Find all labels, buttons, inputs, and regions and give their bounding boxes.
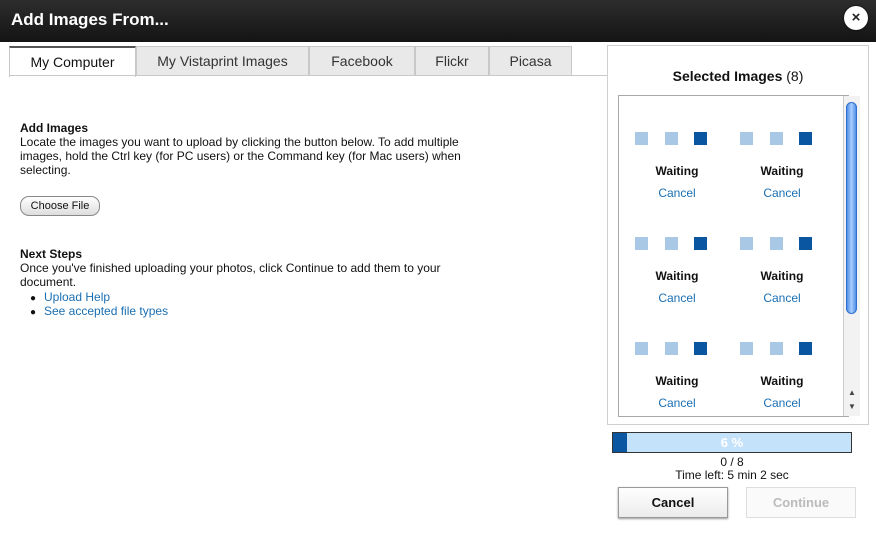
upload-progress-percent: 6 % — [720, 435, 744, 450]
loading-indicator-icon — [665, 342, 678, 355]
loading-indicator-icon — [740, 342, 753, 355]
image-status: Waiting — [760, 164, 804, 178]
tab-facebook[interactable]: Facebook — [309, 46, 415, 75]
tab-picasa[interactable]: Picasa — [489, 46, 572, 75]
title-bar: Add Images From... × — [0, 0, 876, 42]
scroll-up-icon[interactable]: ▲ — [847, 388, 857, 397]
list-item: ● Upload Help — [30, 290, 168, 304]
loading-indicator-icon — [740, 132, 753, 145]
selected-images-panel: Selected Images (8) Waiting Cancel Waiti… — [607, 45, 869, 425]
tab-flickr[interactable]: Flickr — [415, 46, 489, 75]
loading-indicator-icon — [665, 237, 678, 250]
loading-indicator-icon — [694, 342, 707, 355]
image-item: Waiting Cancel — [627, 342, 727, 416]
choose-file-button[interactable]: Choose File — [20, 196, 100, 216]
cancel-image-link[interactable]: Cancel — [627, 396, 727, 410]
help-links: ● Upload Help ● See accepted file types — [30, 290, 168, 318]
loading-indicator-icon — [635, 132, 648, 145]
add-images-instructions: Locate the images you want to upload by … — [20, 135, 461, 177]
loading-indicator-icon — [799, 237, 812, 250]
upload-help-link[interactable]: Upload Help — [44, 290, 110, 304]
scrollbar[interactable]: ▲ ▼ — [843, 96, 860, 416]
loading-indicator-icon — [635, 237, 648, 250]
tab-divider — [9, 75, 607, 76]
upload-count: 0 / 8 — [720, 455, 744, 469]
image-status: Waiting — [655, 269, 699, 283]
loading-indicator-icon — [770, 342, 783, 355]
selected-images-count: (8) — [786, 68, 804, 84]
scrollbar-thumb[interactable] — [846, 102, 857, 314]
loading-indicator-icon — [694, 132, 707, 145]
cancel-image-link[interactable]: Cancel — [732, 396, 832, 410]
cancel-image-link[interactable]: Cancel — [732, 186, 832, 200]
cancel-image-link[interactable]: Cancel — [627, 291, 727, 305]
loading-indicator-icon — [770, 132, 783, 145]
list-item: ● See accepted file types — [30, 304, 168, 318]
add-images-heading: Add Images — [20, 121, 89, 135]
selected-images-label: Selected Images — [672, 68, 783, 84]
image-item: Waiting Cancel — [627, 237, 727, 327]
image-status: Waiting — [655, 374, 699, 388]
loading-indicator-icon — [799, 342, 812, 355]
upload-time-left: Time left: 5 min 2 sec — [675, 468, 789, 482]
tab-my-computer[interactable]: My Computer — [9, 46, 136, 77]
image-item: Waiting Cancel — [732, 132, 832, 222]
upload-progress-bar: 6 % — [612, 432, 852, 453]
loading-indicator-icon — [740, 237, 753, 250]
next-steps-heading: Next Steps — [20, 247, 83, 261]
image-item: Waiting Cancel — [627, 132, 727, 222]
loading-indicator-icon — [694, 237, 707, 250]
image-status: Waiting — [760, 269, 804, 283]
loading-indicator-icon — [665, 132, 678, 145]
bullet-icon: ● — [30, 307, 37, 318]
image-status: Waiting — [760, 374, 804, 388]
next-steps-instructions: Once you've finished uploading your phot… — [20, 261, 441, 289]
close-icon[interactable]: × — [844, 6, 868, 30]
tab-my-vistaprint-images[interactable]: My Vistaprint Images — [136, 46, 309, 75]
dialog-title: Add Images From... — [11, 10, 169, 29]
loading-indicator-icon — [635, 342, 648, 355]
continue-button[interactable]: Continue — [746, 487, 856, 518]
loading-indicator-icon — [799, 132, 812, 145]
scroll-down-icon[interactable]: ▼ — [847, 402, 857, 411]
selected-images-list[interactable]: Waiting Cancel Waiting Cancel Waiting Ca… — [618, 95, 849, 417]
image-status: Waiting — [655, 164, 699, 178]
image-item: Waiting Cancel — [732, 342, 832, 416]
selected-images-title: Selected Images (8) — [608, 68, 868, 84]
image-item: Waiting Cancel — [732, 237, 832, 327]
accepted-file-types-link[interactable]: See accepted file types — [44, 304, 168, 318]
cancel-image-link[interactable]: Cancel — [627, 186, 727, 200]
loading-indicator-icon — [770, 237, 783, 250]
cancel-image-link[interactable]: Cancel — [732, 291, 832, 305]
cancel-button[interactable]: Cancel — [618, 487, 728, 518]
